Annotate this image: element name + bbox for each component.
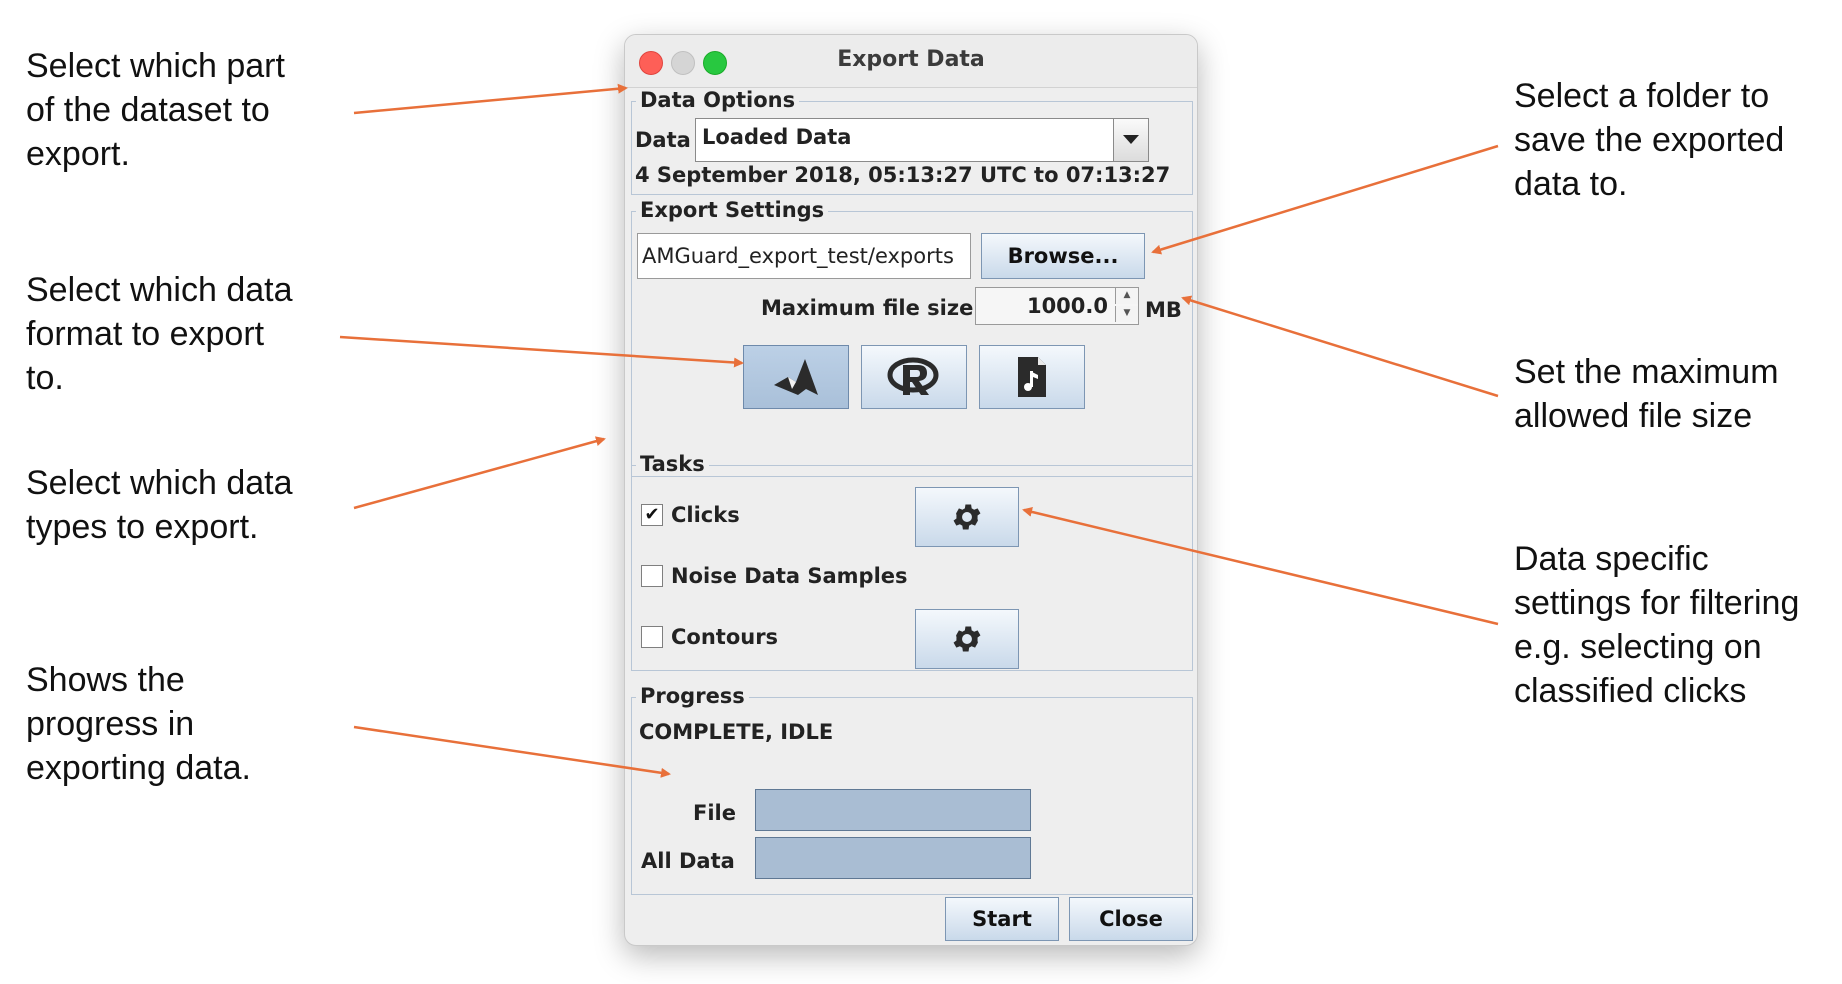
progress-legend: Progress: [636, 684, 749, 708]
all-data-progress-bar: [755, 837, 1031, 879]
arrow-progress: [353, 725, 671, 778]
annotation-specific: Data specific settings for filtering e.g…: [1514, 540, 1800, 710]
gear-icon: [953, 626, 981, 652]
task-checkbox-contours[interactable]: [641, 626, 663, 648]
data-select-value: Loaded Data: [702, 125, 852, 149]
arrow-folder: [1151, 144, 1499, 255]
start-button[interactable]: Start: [945, 897, 1059, 941]
export-folder-value: AMGuard_export_test/exports: [642, 244, 954, 268]
task-checkbox-clicks[interactable]: ✔: [641, 504, 663, 526]
close-button[interactable]: Close: [1069, 897, 1193, 941]
matlab-format-button[interactable]: [743, 345, 849, 409]
arrow-types: [353, 436, 606, 510]
export-data-window: Export Data Data Options Data Loaded Dat…: [624, 34, 1198, 946]
contours-settings-button[interactable]: [915, 609, 1019, 669]
r-format-button[interactable]: [861, 345, 967, 409]
tasks-legend: Tasks: [636, 452, 709, 476]
gear-icon: [953, 504, 981, 530]
data-label: Data: [635, 128, 691, 152]
all-data-progress-label: All Data: [641, 849, 735, 873]
data-options-legend: Data Options: [636, 88, 800, 112]
file-progress-label: File: [693, 801, 736, 825]
export-settings-legend: Export Settings: [636, 198, 829, 222]
window-title: Export Data: [837, 47, 985, 72]
file-progress-bar: [755, 789, 1031, 831]
wav-format-button[interactable]: [979, 345, 1085, 409]
title-bar: Export Data: [625, 35, 1197, 88]
arrow-dataset-part: [353, 83, 628, 115]
progress-status: COMPLETE, IDLE: [639, 720, 834, 744]
time-range: 4 September 2018, 05:13:27 UTC to 07:13:…: [635, 163, 1171, 187]
annotation-dataset-part: Select which part of the dataset to expo…: [26, 47, 285, 173]
chevron-down-icon[interactable]: [1113, 119, 1148, 161]
annotation-progress: Shows the progress in exporting data.: [26, 661, 251, 787]
task-label-contours: Contours: [671, 625, 779, 649]
r-icon: [887, 357, 939, 395]
wav-file-icon: [1018, 357, 1046, 397]
annotation-types: Select which data types to export.: [26, 464, 293, 546]
clicks-settings-button[interactable]: [915, 487, 1019, 547]
annotation-folder: Select a folder to save the exported dat…: [1514, 77, 1785, 203]
max-file-size-value: 1000.0: [1026, 294, 1108, 318]
arrow-max-size: [1181, 295, 1499, 398]
max-file-size-spinner[interactable]: 1000.0 ▲ ▼: [975, 287, 1139, 325]
data-select[interactable]: Loaded Data: [695, 118, 1149, 162]
annotation-format: Select which data format to export to.: [26, 271, 293, 397]
task-checkbox-noise[interactable]: [641, 565, 663, 587]
matlab-icon: [774, 359, 818, 395]
task-label-noise: Noise Data Samples: [671, 564, 908, 588]
spin-down-icon[interactable]: ▼: [1115, 306, 1138, 322]
task-label-clicks: Clicks: [671, 503, 740, 527]
annotation-max-size: Set the maximum allowed file size: [1514, 353, 1779, 435]
max-file-size-unit: MB: [1145, 298, 1182, 322]
export-folder-field[interactable]: AMGuard_export_test/exports: [637, 233, 971, 279]
max-file-size-label: Maximum file size: [761, 296, 974, 320]
browse-button[interactable]: Browse...: [981, 233, 1145, 279]
spin-up-icon[interactable]: ▲: [1115, 288, 1138, 304]
